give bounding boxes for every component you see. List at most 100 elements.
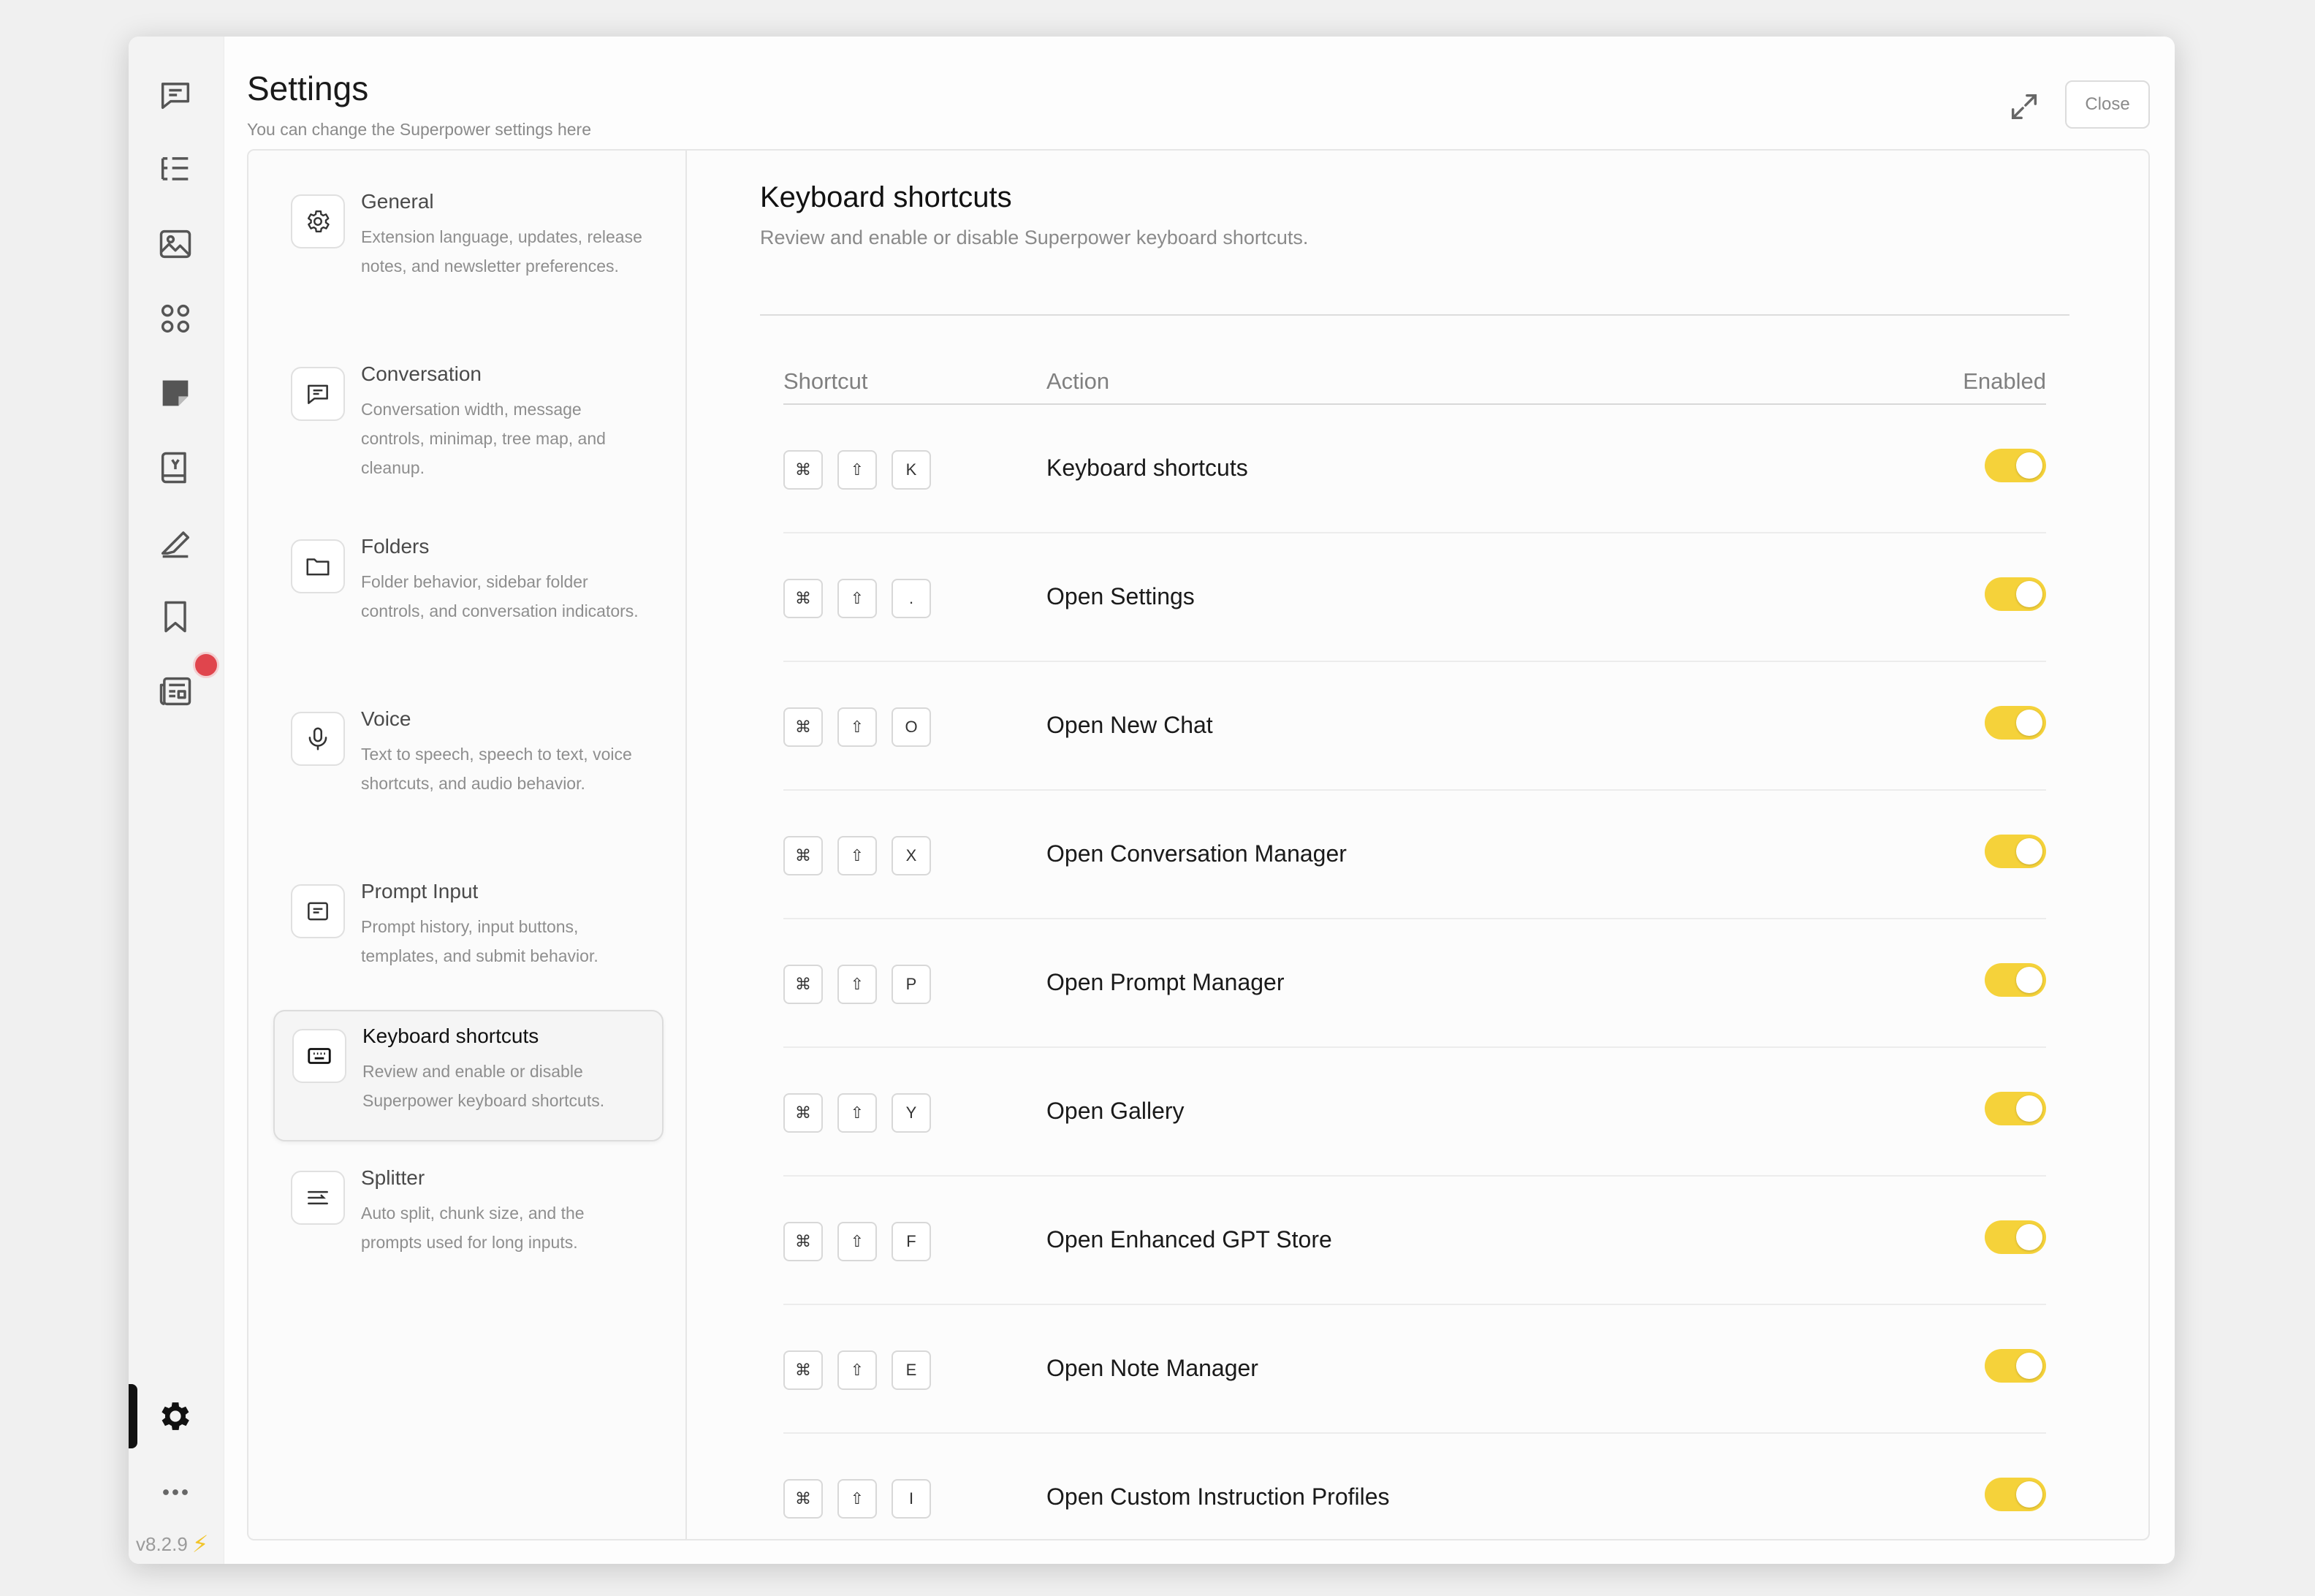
- divider: [760, 314, 2069, 316]
- toggle-knob: [2016, 1224, 2042, 1250]
- keyboard-icon: [292, 1029, 346, 1083]
- list-tree-icon[interactable]: [155, 149, 196, 190]
- nav-item-keyboard-shortcuts[interactable]: Keyboard shortcuts Review and enable or …: [273, 1010, 664, 1141]
- highlighter-icon[interactable]: [155, 522, 196, 563]
- table-row: ⌘ ⇧ Y Open Gallery: [783, 1048, 2046, 1177]
- nav-item-desc: Folder behavior, sidebar folder controls…: [361, 572, 639, 620]
- enabled-toggle[interactable]: [1985, 1349, 2046, 1383]
- table-row: ⌘ ⇧ X Open Conversation Manager: [783, 791, 2046, 919]
- settings-gear-icon[interactable]: [155, 1396, 196, 1437]
- microphone-icon: [291, 712, 345, 766]
- enabled-toggle[interactable]: [1985, 577, 2046, 611]
- notification-dot: [193, 652, 219, 678]
- command-key: ⌘: [783, 1093, 823, 1133]
- letter-key: F: [892, 1222, 931, 1261]
- shortcut-keys: ⌘ ⇧ E: [783, 1350, 931, 1390]
- letter-key: E: [892, 1350, 931, 1390]
- expand-button[interactable]: [2001, 83, 2048, 130]
- chat-icon[interactable]: [155, 75, 196, 115]
- shortcut-keys: ⌘ ⇧ Y: [783, 1093, 931, 1133]
- nav-item-desc: Conversation width, message controls, mi…: [361, 400, 606, 477]
- settings-modal: v8.2.9 ⚡ Settings You can change the Sup…: [129, 37, 2175, 1564]
- enabled-toggle[interactable]: [1985, 835, 2046, 868]
- shift-key: ⇧: [837, 579, 877, 618]
- expand-icon: [2011, 94, 2037, 120]
- splitter-icon: [291, 1171, 345, 1225]
- message-icon: [291, 367, 345, 421]
- nav-item-title: Splitter: [361, 1166, 425, 1189]
- command-key: ⌘: [783, 965, 823, 1004]
- enabled-toggle[interactable]: [1985, 1478, 2046, 1511]
- enabled-toggle[interactable]: [1985, 1092, 2046, 1125]
- action-label: Open Conversation Manager: [1046, 840, 1347, 867]
- action-label: Open Note Manager: [1046, 1355, 1258, 1381]
- page-title: Settings: [247, 69, 369, 107]
- letter-key: Y: [892, 1093, 931, 1133]
- gear-icon: [291, 194, 345, 248]
- command-key: ⌘: [783, 1222, 823, 1261]
- more-icon[interactable]: [155, 1472, 196, 1513]
- letter-key: X: [892, 836, 931, 875]
- section-title: Keyboard shortcuts: [760, 181, 1012, 213]
- bolt-icon: ⚡: [191, 1531, 209, 1557]
- prompt-input-icon: [291, 884, 345, 938]
- shift-key: ⇧: [837, 1350, 877, 1390]
- image-icon[interactable]: [155, 224, 196, 265]
- prompt-book-icon[interactable]: [155, 447, 196, 488]
- action-label: Keyboard shortcuts: [1046, 455, 1248, 481]
- settings-nav: General Extension language, updates, rel…: [248, 151, 687, 1539]
- letter-key: P: [892, 965, 931, 1004]
- nav-item-folders[interactable]: Folders Folder behavior, sidebar folder …: [273, 522, 661, 668]
- command-key: ⌘: [783, 707, 823, 747]
- toggle-knob: [2016, 1481, 2042, 1508]
- nav-item-conversation[interactable]: Conversation Conversation width, message…: [273, 349, 661, 495]
- toggle-knob: [2016, 838, 2042, 864]
- column-header-action: Action: [1046, 368, 1110, 394]
- shortcuts-content: Keyboard shortcuts Review and enable or …: [687, 151, 2148, 1539]
- action-label: Open Gallery: [1046, 1098, 1185, 1124]
- table-row: ⌘ ⇧ F Open Enhanced GPT Store: [783, 1177, 2046, 1305]
- enabled-toggle[interactable]: [1985, 1220, 2046, 1254]
- toggle-knob: [2016, 1353, 2042, 1379]
- bookmark-icon[interactable]: [155, 596, 196, 637]
- apps-grid-icon[interactable]: [155, 298, 196, 339]
- nav-item-desc: Review and enable or disable Superpower …: [362, 1062, 605, 1110]
- shortcut-keys: ⌘ ⇧ .: [783, 579, 931, 618]
- folder-icon: [291, 539, 345, 593]
- letter-key: K: [892, 450, 931, 490]
- action-label: Open Prompt Manager: [1046, 969, 1285, 995]
- newspaper-icon[interactable]: [155, 671, 196, 712]
- nav-item-prompt-input[interactable]: Prompt Input Prompt history, input butto…: [273, 867, 661, 984]
- toggle-knob: [2016, 710, 2042, 736]
- nav-item-desc: Prompt history, input buttons, templates…: [361, 917, 598, 965]
- enabled-toggle[interactable]: [1985, 706, 2046, 740]
- active-indicator: [129, 1384, 137, 1448]
- action-label: Open Enhanced GPT Store: [1046, 1226, 1332, 1253]
- shortcut-keys: ⌘ ⇧ P: [783, 965, 931, 1004]
- note-icon[interactable]: [155, 373, 196, 414]
- column-header-shortcut: Shortcut: [783, 368, 868, 394]
- enabled-toggle[interactable]: [1985, 449, 2046, 482]
- shortcut-keys: ⌘ ⇧ I: [783, 1479, 931, 1519]
- shortcut-keys: ⌘ ⇧ X: [783, 836, 931, 875]
- table-row: ⌘ ⇧ O Open New Chat: [783, 662, 2046, 791]
- table-row: ⌘ ⇧ E Open Note Manager: [783, 1305, 2046, 1434]
- enabled-toggle[interactable]: [1985, 963, 2046, 997]
- nav-item-splitter[interactable]: Splitter Auto split, chunk size, and the…: [273, 1153, 661, 1270]
- command-key: ⌘: [783, 579, 823, 618]
- nav-item-title: Conversation: [361, 362, 482, 385]
- nav-item-voice[interactable]: Voice Text to speech, speech to text, vo…: [273, 694, 661, 840]
- icon-rail: v8.2.9 ⚡: [129, 37, 224, 1564]
- close-button[interactable]: Close: [2065, 80, 2150, 129]
- action-label: Open Settings: [1046, 583, 1195, 609]
- shortcut-keys: ⌘ ⇧ K: [783, 450, 931, 490]
- table-row: ⌘ ⇧ I Open Custom Instruction Profiles: [783, 1434, 2046, 1539]
- shift-key: ⇧: [837, 450, 877, 490]
- table-row: ⌘ ⇧ P Open Prompt Manager: [783, 919, 2046, 1048]
- shift-key: ⇧: [837, 1093, 877, 1133]
- nav-item-title: Folders: [361, 535, 430, 558]
- nav-item-general[interactable]: General Extension language, updates, rel…: [273, 177, 661, 323]
- table-row: ⌘ ⇧ . Open Settings: [783, 533, 2046, 662]
- nav-item-title: General: [361, 190, 434, 213]
- section-subtitle: Review and enable or disable Superpower …: [760, 227, 1309, 248]
